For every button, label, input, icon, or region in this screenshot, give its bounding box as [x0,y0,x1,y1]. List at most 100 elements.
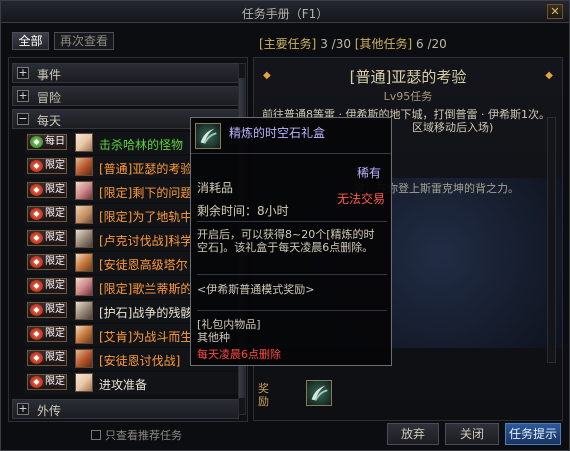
detail-scrollbar[interactable] [547,117,556,363]
limited-badge: ◆ 限定 [27,326,67,342]
quest-hint-button[interactable]: 任务提示 [505,423,561,445]
npc-portrait-icon [75,133,93,152]
tab-review-again[interactable]: 再次查看 [54,32,114,50]
badge-label: 限定 [45,280,65,291]
gift-contents-title: [礼包内物品] [197,318,261,331]
quest-journal-window: 任务手册（F1） ✕ 全部 再次查看 [主要任务] 3 /30 [其他任务] 6… [0,0,570,451]
limited-badge: ◆ 限定 [27,278,67,294]
main-quest-count: 3 /30 [320,37,351,51]
npc-portrait-icon [75,253,93,272]
quest-row[interactable]: ◆ 限定 进攻准备 [25,372,239,394]
quest-name: [安徒恩高级塔尔 [99,258,188,272]
checkbox-icon[interactable] [91,430,101,440]
npc-portrait-icon [75,349,93,368]
other-quest-count: 6 /20 [416,37,447,51]
expand-icon[interactable]: + [17,90,29,102]
tooltip-gift-contents: [礼包内物品] 其他种 [197,318,261,344]
tooltip-item-type: 消耗品 [197,181,234,195]
quest-name: [限定]为了地轨中心 [99,210,205,224]
badge-icon: ◆ [30,184,43,196]
quest-level: Lv95任务 [383,90,433,103]
title-bar[interactable]: 任务手册（F1） ✕ [1,1,569,23]
badge-icon: ◆ [30,136,43,148]
reward-item-icon[interactable] [306,380,332,406]
quest-name: [普通]亚瑟的考验 [99,162,193,176]
quest-name: [安徒恩讨伐战] [99,354,181,368]
badge-icon: ◆ [30,160,43,172]
divider [197,274,387,275]
category-adventure[interactable]: + 冒险 [12,86,239,106]
npc-portrait-icon [75,325,93,344]
badge-label: 限定 [45,208,65,219]
item-tooltip: 精炼的时空石礼盒 稀有 消耗品 无法交易 剩余时间：8小时 开启后，可以获得8~… [190,117,392,366]
category-side-story[interactable]: + 外传 [12,399,239,419]
npc-portrait-icon [75,301,93,320]
expand-icon[interactable]: + [17,403,29,415]
window-title: 任务手册（F1） [241,7,329,21]
badge-icon: ◆ [30,376,43,388]
badge-icon: ◆ [30,232,43,244]
limited-badge: ◆ 限定 [27,206,67,222]
badge-label: 限定 [45,328,65,339]
category-label: 冒险 [37,91,62,105]
quest-name: 进攻准备 [99,378,148,392]
limited-badge: ◆ 限定 [27,230,67,246]
npc-portrait-icon [75,277,93,296]
quest-name: [卢克讨伐战]科学 [99,234,193,248]
tab-all[interactable]: 全部 [12,32,49,50]
npc-portrait-icon [75,181,93,200]
quest-name: [限定]歌兰蒂斯的 [99,282,193,296]
badge-label: 限定 [45,232,65,243]
category-events[interactable]: + 事件 [12,63,239,83]
next-arrow-icon[interactable]: ◆ [545,70,553,81]
limited-badge: ◆ 限定 [27,254,67,270]
main-quest-label: [主要任务] [259,37,317,51]
badge-label: 限定 [45,184,65,195]
category-label: 外传 [37,404,62,418]
tooltip-reset-notice: 每天凌晨6点删除 [197,348,281,361]
badge-icon: ◆ [30,328,43,340]
badge-label: 限定 [45,304,65,315]
quest-name: [护石]战争的残骸 [99,306,193,320]
category-label: 每天 [37,114,62,128]
badge-label: 限定 [45,376,65,387]
collapse-icon[interactable]: − [17,113,29,125]
divider [197,221,387,222]
tooltip-rarity: 稀有 [356,166,381,180]
quest-name: [艾肯]为战斗而生 [99,330,193,344]
limited-badge: ◆ 限定 [27,350,67,366]
category-label: 事件 [37,68,62,82]
badge-label: 每日 [45,136,65,147]
limited-badge: ◆ 限定 [27,158,67,174]
badge-icon: ◆ [30,280,43,292]
badge-label: 限定 [45,256,65,267]
tooltip-header: 精炼的时空石礼盒 [191,118,391,154]
tooltip-trade-status: 无法交易 [336,192,385,206]
expand-icon[interactable]: + [17,67,29,79]
divider [197,310,387,311]
badge-label: 限定 [45,160,65,171]
quest-title: [普通]亚瑟的考验 [349,68,467,86]
quest-name: 击杀哈林的怪物 [99,138,184,152]
badge-icon: ◆ [30,352,43,364]
tooltip-item-name: 精炼的时空石礼盒 [229,126,326,140]
badge-icon: ◆ [30,304,43,316]
other-quest-label: [其他任务] [354,37,413,51]
gift-contents-other: 其他种 [197,331,230,344]
recommend-only-checkbox[interactable]: 只查看推荐任务 [91,427,182,443]
npc-portrait-icon [75,373,93,392]
close-icon[interactable]: ✕ [547,4,563,19]
npc-portrait-icon [75,157,93,176]
tooltip-description: 开启后，可以获得8~20个[精炼的时空石]。该礼盒于每天凌晨6点删除。 [197,228,375,254]
tooltip-remaining-time: 剩余时间：8小时 [197,204,289,218]
abandon-button[interactable]: 放弃 [387,423,439,445]
limited-badge: ◆ 限定 [27,182,67,198]
quest-counts: [主要任务] 3 /30 [其他任务] 6 /20 [259,35,447,52]
quest-name: [限定]剩下的问题 [99,186,193,200]
npc-portrait-icon [75,205,93,224]
recommend-label: 只查看推荐任务 [105,429,182,442]
limited-badge: ◆ 限定 [27,374,67,390]
close-button[interactable]: 关闭 [445,423,499,445]
limited-badge: ◆ 限定 [27,302,67,318]
tooltip-mode-reward: <伊希斯普通模式奖励> [197,283,315,296]
